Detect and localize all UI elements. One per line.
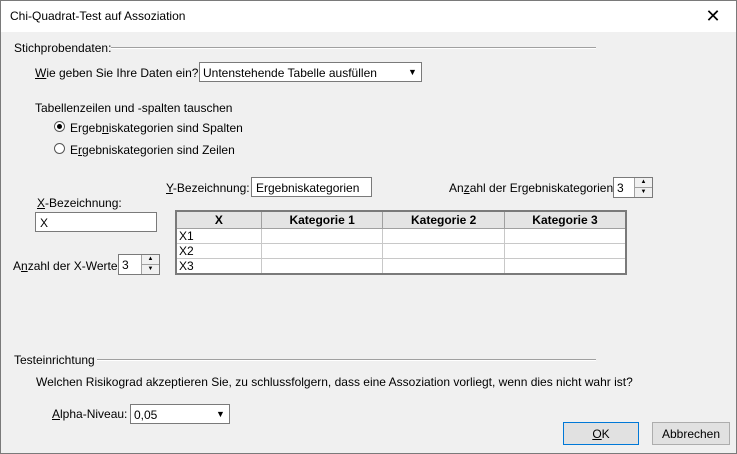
table-cell[interactable] — [382, 228, 505, 244]
input-method-select[interactable]: Untenstehende Tabelle ausfüllen ▼ — [199, 62, 422, 82]
radio-columns-label[interactable]: Ergebniskategorien sind Spalten — [70, 121, 243, 135]
table-row: X1 — [175, 228, 627, 244]
table-cell[interactable] — [382, 243, 505, 259]
table-header-row: X Kategorie 1 Kategorie 2 Kategorie 3 — [175, 210, 627, 229]
input-method-value: Untenstehende Tabelle ausfüllen — [203, 66, 377, 80]
table-header-cell: Kategorie 1 — [260, 210, 384, 229]
chevron-down-icon[interactable]: ▼ — [213, 406, 228, 422]
x-label: X-Bezeichnung: — [37, 196, 122, 210]
table-header-cell: X — [175, 210, 262, 229]
radio-rows-label[interactable]: Ergebniskategorien sind Zeilen — [70, 143, 235, 157]
sample-section-title: Stichprobendaten: — [14, 41, 112, 55]
x-count-stepper[interactable]: 3 ▲ ▼ — [118, 254, 160, 275]
chevron-up-icon[interactable]: ▲ — [635, 178, 652, 188]
x-input[interactable]: X — [35, 212, 157, 232]
test-section-divider — [97, 359, 596, 361]
table-row: X3 — [175, 258, 627, 275]
chevron-down-icon[interactable]: ▼ — [142, 265, 159, 275]
risk-question: Welchen Risikograd akzeptieren Sie, zu s… — [36, 375, 633, 389]
input-method-label: Wie geben Sie Ihre Daten ein? — [35, 66, 199, 80]
table-cell[interactable] — [503, 243, 627, 259]
categories-count-value: 3 — [617, 181, 624, 195]
table-header-cell: Kategorie 3 — [503, 210, 627, 229]
chevron-up-icon[interactable]: ▲ — [142, 255, 159, 265]
swap-label: Tabellenzeilen und -spalten tauschen — [35, 101, 233, 115]
table-cell[interactable] — [503, 258, 627, 275]
table-cell[interactable] — [503, 228, 627, 244]
table-cell[interactable] — [260, 258, 384, 275]
categories-count-label: Anzahl der Ergebniskategorien: — [449, 181, 617, 195]
test-section-title: Testeinrichtung — [14, 353, 95, 367]
cancel-button[interactable]: Abbrechen — [652, 422, 730, 445]
row-label-cell[interactable]: X2 — [175, 243, 262, 259]
row-label-cell[interactable]: X1 — [175, 228, 262, 244]
alpha-label: Alpha-Niveau: — [52, 407, 128, 421]
row-label-cell[interactable]: X3 — [175, 258, 262, 275]
alpha-select[interactable]: 0,05 ▼ — [130, 404, 230, 424]
y-label: Y-Bezeichnung: — [166, 181, 250, 195]
table-cell[interactable] — [260, 228, 384, 244]
y-input[interactable]: Ergebniskategorien — [251, 177, 372, 197]
x-count-value: 3 — [122, 258, 129, 272]
stepper-buttons: ▲ ▼ — [634, 178, 652, 197]
close-icon[interactable]: ✕ — [690, 1, 736, 32]
window-title: Chi-Quadrat-Test auf Assoziation — [10, 9, 186, 23]
table-cell[interactable] — [382, 258, 505, 275]
chevron-down-icon[interactable]: ▼ — [405, 64, 420, 80]
sample-section-divider — [111, 47, 596, 49]
stepper-buttons: ▲ ▼ — [141, 255, 159, 274]
table-row: X2 — [175, 243, 627, 259]
dialog-window: Chi-Quadrat-Test auf Assoziation ✕ Stich… — [0, 0, 737, 454]
radio-columns[interactable] — [54, 121, 65, 132]
categories-count-stepper[interactable]: 3 ▲ ▼ — [613, 177, 653, 198]
radio-rows[interactable] — [54, 143, 65, 154]
ok-button[interactable]: OK — [563, 422, 639, 445]
chevron-down-icon[interactable]: ▼ — [635, 188, 652, 198]
contingency-table: X Kategorie 1 Kategorie 2 Kategorie 3 X1… — [175, 210, 627, 275]
title-bar: Chi-Quadrat-Test auf Assoziation ✕ — [1, 1, 736, 32]
table-cell[interactable] — [260, 243, 384, 259]
table-header-cell: Kategorie 2 — [382, 210, 505, 229]
x-count-label: Anzahl der X-Werte: — [13, 259, 121, 273]
alpha-value: 0,05 — [134, 408, 158, 422]
